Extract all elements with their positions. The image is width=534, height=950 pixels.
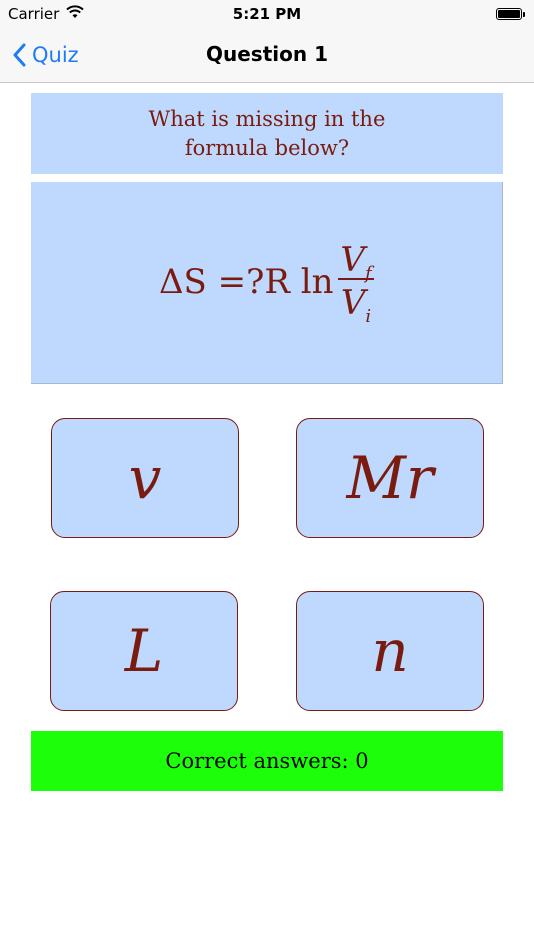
score-text: Correct answers: 0 [165,749,369,773]
status-bar: Carrier 5:21 PM [0,0,534,30]
formula-lhs: ΔS =?R ln [159,262,334,302]
question-prompt: What is missing in the formula below? [31,93,503,174]
page-title: Question 1 [206,42,328,66]
clock: 5:21 PM [232,5,302,23]
answer-button-4[interactable]: n [296,591,484,711]
answer-button-2[interactable]: Mr [296,418,484,538]
answer-button-1[interactable]: v [51,418,239,538]
answer-button-3[interactable]: L [50,591,238,711]
battery-icon [496,8,525,20]
formula-card: ΔS =?R ln Vf Vi [31,182,503,384]
formula-fraction: Vf Vi [338,240,374,327]
formula-numerator: Vf [340,240,372,284]
navigation-bar: Quiz Question 1 [0,30,534,83]
formula-denominator: Vi [340,283,372,327]
question-text: What is missing in the formula below? [148,106,386,160]
score-bar: Correct answers: 0 [31,731,503,791]
